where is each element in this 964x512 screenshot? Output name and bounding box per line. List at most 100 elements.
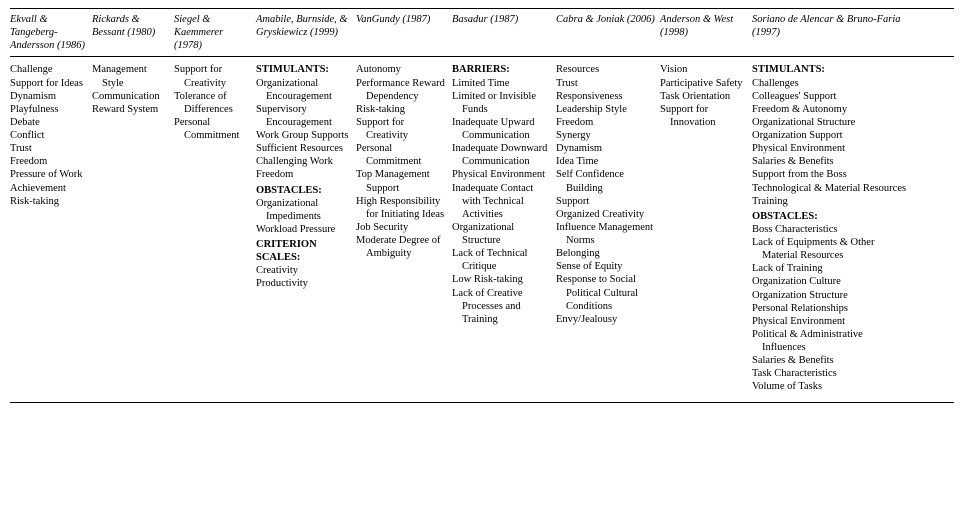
list-item: Low Risk-taking xyxy=(452,273,552,286)
list-item: Playfulness xyxy=(10,103,88,116)
col-body: Autonomy Performance Reward Dependency R… xyxy=(356,59,452,397)
list-item: Physical Environment xyxy=(452,168,552,181)
list-item: Organization Structure xyxy=(752,289,908,302)
list-item: High Responsibility for Initiating Ideas xyxy=(356,195,448,221)
list-item: Risk-taking xyxy=(356,103,448,116)
list-item: Debate xyxy=(10,116,88,129)
list-item: Productivity xyxy=(256,277,352,290)
list-item: Belonging xyxy=(556,247,656,260)
list-item: Organizational Encouragement xyxy=(256,77,352,103)
list-item: Personal Relationships xyxy=(752,302,908,315)
list-item: Idea Time xyxy=(556,155,656,168)
col-body: Management Style Communication Reward Sy… xyxy=(92,59,174,397)
section-heading: STIMULANTS: xyxy=(256,63,352,76)
col-body: BARRIERS: Limited Time Limited or Invisi… xyxy=(452,59,556,397)
list-item: Lack of Technical Critique xyxy=(452,247,552,273)
list-item: Physical Environment xyxy=(752,142,908,155)
list-item: Challenge xyxy=(10,63,88,76)
list-item: Lack of Equipments & Other Material Reso… xyxy=(752,236,908,262)
list-item: Envy/Jealousy xyxy=(556,313,656,326)
list-item: Physical Environment xyxy=(752,315,908,328)
list-item: Communication xyxy=(92,90,170,103)
section-heading: OBSTACLES: xyxy=(256,184,352,197)
list-item: Dynamism xyxy=(556,142,656,155)
list-item: Technological & Material Resources xyxy=(752,182,908,195)
list-item: Moderate Degree of Ambiguity xyxy=(356,234,448,260)
list-item: Support from the Boss xyxy=(752,168,908,181)
list-item: Freedom xyxy=(556,116,656,129)
list-item: Support for Creativity xyxy=(356,116,448,142)
list-item: Inadequate Upward Communication xyxy=(452,116,552,142)
col-body: STIMULANTS: Organizational Encouragement… xyxy=(256,59,356,397)
col-body: Support for Creativity Tolerance of Diff… xyxy=(174,59,256,397)
list-item: Work Group Supports xyxy=(256,129,352,142)
col-body: Challenge Support for Ideas Dynamism Pla… xyxy=(10,59,92,397)
list-item: Participative Safety xyxy=(660,77,748,90)
col-body: Vision Participative Safety Task Orienta… xyxy=(660,59,752,397)
col-header: Siegel & Kaemmerer (1978) xyxy=(174,9,256,56)
col-header: Ekvall & Tangeberg-Andersson (1986) xyxy=(10,9,92,56)
section-heading: BARRIERS: xyxy=(452,63,552,76)
list-item: Organizational Structure xyxy=(452,221,552,247)
list-item: Pressure of Work xyxy=(10,168,88,181)
list-item: Sense of Equity xyxy=(556,260,656,273)
list-item: Performance Reward Dependency xyxy=(356,77,448,103)
list-item: Reward System xyxy=(92,103,170,116)
list-item: Self Confidence Building xyxy=(556,168,656,194)
list-item: Inadequate Contact with Technical Activi… xyxy=(452,182,552,221)
list-item: Management Style xyxy=(92,63,170,89)
list-item: Trust xyxy=(10,142,88,155)
list-item: Limited Time xyxy=(452,77,552,90)
list-item: Organization Support xyxy=(752,129,908,142)
list-item: Support for Innovation xyxy=(660,103,748,129)
col-header: Amabile, Burnside, & Gryskiewicz (1999) xyxy=(256,9,356,56)
list-item: Salaries & Benefits xyxy=(752,354,908,367)
col-header: Rickards & Bessant (1980) xyxy=(92,9,174,56)
list-item: Freedom xyxy=(10,155,88,168)
list-item: Synergy xyxy=(556,129,656,142)
table-body-row: Challenge Support for Ideas Dynamism Pla… xyxy=(10,57,954,401)
list-item: Task Characteristics xyxy=(752,367,908,380)
list-item: Task Orientation xyxy=(660,90,748,103)
comparison-table: Ekvall & Tangeberg-Andersson (1986) Rick… xyxy=(10,8,954,403)
list-item: Lack of Training xyxy=(752,262,908,275)
list-item: Dynamism xyxy=(10,90,88,103)
list-item: Colleagues' Support xyxy=(752,90,908,103)
list-item: Responsiveness xyxy=(556,90,656,103)
list-item: Limited or Invisible Funds xyxy=(452,90,552,116)
list-item: Support for Ideas xyxy=(10,77,88,90)
col-header: Soriano de Alencar & Bruno-Faria (1997) xyxy=(752,9,912,56)
list-item: Inadequate Downward Communication xyxy=(452,142,552,168)
col-header: Anderson & West (1998) xyxy=(660,9,752,56)
list-item: Political & Administrative Influences xyxy=(752,328,908,354)
list-item: Personal Commitment xyxy=(174,116,252,142)
list-item: Organization Culture xyxy=(752,275,908,288)
list-item: Vision xyxy=(660,63,748,76)
list-item: Achievement xyxy=(10,182,88,195)
list-item: Creativity xyxy=(256,264,352,277)
list-item: Tolerance of Differences xyxy=(174,90,252,116)
list-item: Risk-taking xyxy=(10,195,88,208)
list-item: Support for Creativity xyxy=(174,63,252,89)
list-item: Personal Commitment xyxy=(356,142,448,168)
list-item: Supervisory Encouragement xyxy=(256,103,352,129)
list-item: Freedom xyxy=(256,168,352,181)
list-item: Influence Management Norms xyxy=(556,221,656,247)
list-item: Organizational Structure xyxy=(752,116,908,129)
list-item: Conflict xyxy=(10,129,88,142)
list-item: Freedom & Autonomy xyxy=(752,103,908,116)
list-item: Sufficient Resources xyxy=(256,142,352,155)
col-header: Basadur (1987) xyxy=(452,9,556,56)
list-item: Resources xyxy=(556,63,656,76)
col-body: Resources Trust Responsiveness Leadershi… xyxy=(556,59,660,397)
table-header-row: Ekvall & Tangeberg-Andersson (1986) Rick… xyxy=(10,9,954,57)
list-item: Leadership Style xyxy=(556,103,656,116)
list-item: Top Management Support xyxy=(356,168,448,194)
list-item: Workload Pressure xyxy=(256,223,352,236)
list-item: Job Security xyxy=(356,221,448,234)
list-item: Training xyxy=(752,195,908,208)
section-heading: OBSTACLES: xyxy=(752,210,908,223)
list-item: Lack of Creative Processes and Training xyxy=(452,287,552,326)
list-item: Boss Characteristics xyxy=(752,223,908,236)
list-item: Trust xyxy=(556,77,656,90)
